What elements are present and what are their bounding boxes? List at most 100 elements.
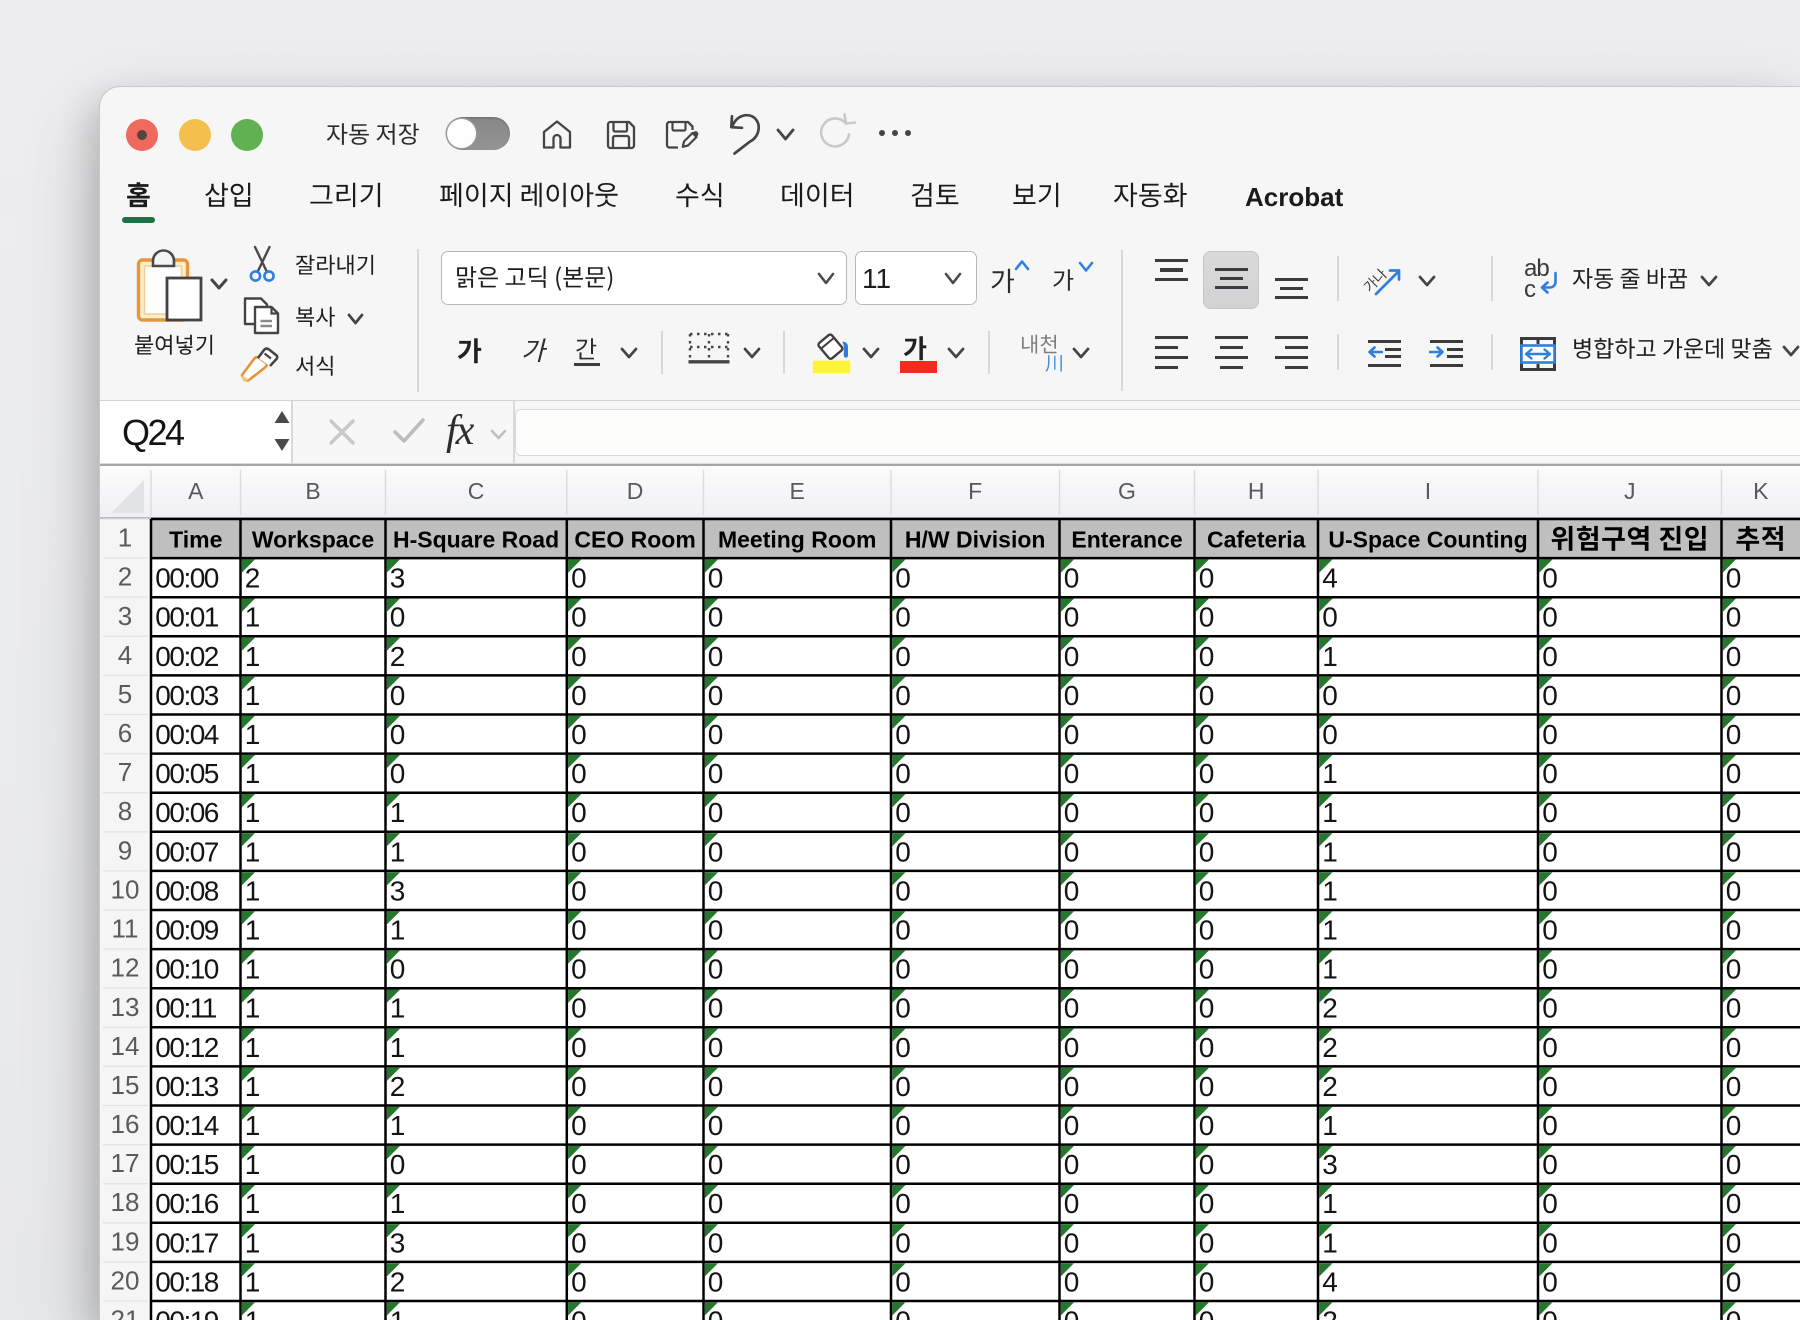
svg-text:0: 0	[895, 875, 911, 906]
svg-text:1: 1	[390, 1032, 406, 1063]
svg-text:00:19: 00:19	[155, 1306, 218, 1320]
svg-text:4: 4	[1322, 1266, 1338, 1297]
svg-text:0: 0	[895, 1149, 911, 1180]
svg-text:0: 0	[571, 680, 587, 711]
svg-text:0: 0	[708, 1227, 724, 1258]
svg-text:0: 0	[571, 1188, 587, 1219]
svg-text:00:16: 00:16	[155, 1188, 218, 1219]
svg-text:0: 0	[895, 719, 911, 750]
svg-text:3: 3	[390, 875, 406, 906]
svg-text:0: 0	[1064, 1188, 1080, 1219]
svg-text:00:09: 00:09	[155, 915, 218, 946]
svg-text:1: 1	[245, 993, 261, 1024]
svg-text:0: 0	[571, 602, 587, 633]
svg-text:0: 0	[1199, 1306, 1215, 1320]
svg-text:1: 1	[245, 1266, 261, 1297]
svg-text:0: 0	[708, 836, 724, 867]
svg-text:K: K	[1753, 478, 1769, 504]
svg-text:H-Square Road: H-Square Road	[393, 527, 559, 553]
svg-text:11: 11	[112, 914, 139, 944]
svg-text:E: E	[790, 478, 805, 504]
svg-text:1: 1	[390, 1188, 406, 1219]
svg-text:0: 0	[1199, 1071, 1215, 1102]
svg-text:0: 0	[571, 1032, 587, 1063]
svg-text:0: 0	[708, 602, 724, 633]
svg-text:0: 0	[1726, 719, 1742, 750]
svg-text:1: 1	[1322, 836, 1338, 867]
svg-text:0: 0	[1199, 1149, 1215, 1180]
svg-text:0: 0	[895, 758, 911, 789]
svg-text:0: 0	[1726, 1110, 1742, 1141]
svg-text:0: 0	[1542, 602, 1558, 633]
svg-text:0: 0	[1199, 1266, 1215, 1297]
svg-text:0: 0	[895, 1306, 911, 1320]
svg-text:0: 0	[571, 1071, 587, 1102]
svg-text:2: 2	[245, 563, 261, 594]
svg-text:3: 3	[390, 563, 406, 594]
svg-text:0: 0	[571, 1149, 587, 1180]
svg-text:2: 2	[390, 641, 406, 672]
svg-text:0: 0	[1064, 719, 1080, 750]
svg-text:0: 0	[1726, 1266, 1742, 1297]
svg-text:0: 0	[571, 797, 587, 828]
svg-text:0: 0	[1064, 1266, 1080, 1297]
svg-text:0: 0	[1199, 680, 1215, 711]
svg-text:0: 0	[1199, 915, 1215, 946]
svg-text:0: 0	[1064, 602, 1080, 633]
svg-text:1: 1	[1322, 1188, 1338, 1219]
svg-text:18: 18	[111, 1187, 140, 1217]
svg-text:1: 1	[245, 836, 261, 867]
svg-text:0: 0	[1726, 1188, 1742, 1219]
svg-text:0: 0	[1064, 954, 1080, 985]
svg-text:0: 0	[1064, 758, 1080, 789]
svg-text:6: 6	[118, 718, 132, 748]
svg-text:0: 0	[1064, 915, 1080, 946]
svg-text:0: 0	[1199, 993, 1215, 1024]
svg-text:0: 0	[708, 1149, 724, 1180]
svg-text:I: I	[1425, 478, 1431, 504]
svg-text:0: 0	[895, 836, 911, 867]
svg-text:1: 1	[245, 680, 261, 711]
svg-text:0: 0	[708, 954, 724, 985]
svg-text:0: 0	[1199, 875, 1215, 906]
svg-text:1: 1	[245, 915, 261, 946]
svg-text:5: 5	[118, 679, 132, 709]
svg-text:0: 0	[1064, 641, 1080, 672]
svg-text:1: 1	[245, 797, 261, 828]
svg-text:0: 0	[1542, 915, 1558, 946]
svg-text:0: 0	[1199, 954, 1215, 985]
svg-text:21: 21	[111, 1305, 140, 1320]
svg-text:0: 0	[895, 602, 911, 633]
svg-text:Time: Time	[169, 527, 222, 553]
svg-text:0: 0	[1542, 758, 1558, 789]
svg-text:0: 0	[571, 1306, 587, 1320]
svg-text:0: 0	[1199, 1110, 1215, 1141]
svg-text:0: 0	[571, 875, 587, 906]
svg-text:0: 0	[895, 1110, 911, 1141]
svg-text:17: 17	[111, 1148, 140, 1178]
svg-text:0: 0	[895, 993, 911, 1024]
svg-text:00:05: 00:05	[155, 758, 218, 789]
svg-text:1: 1	[245, 1149, 261, 1180]
svg-text:0: 0	[1199, 719, 1215, 750]
svg-text:Workspace: Workspace	[252, 527, 374, 553]
svg-text:0: 0	[895, 1032, 911, 1063]
svg-text:0: 0	[1199, 602, 1215, 633]
svg-text:0: 0	[708, 1266, 724, 1297]
svg-text:0: 0	[1064, 1149, 1080, 1180]
svg-text:1: 1	[245, 1188, 261, 1219]
svg-text:0: 0	[390, 954, 406, 985]
svg-text:H/W Division: H/W Division	[905, 527, 1046, 553]
svg-text:00:11: 00:11	[155, 993, 216, 1024]
svg-text:00:13: 00:13	[155, 1071, 218, 1102]
svg-text:8: 8	[118, 796, 132, 826]
svg-text:0: 0	[895, 797, 911, 828]
svg-text:0: 0	[1726, 758, 1742, 789]
svg-text:0: 0	[571, 993, 587, 1024]
svg-text:0: 0	[1542, 719, 1558, 750]
svg-text:0: 0	[1542, 1032, 1558, 1063]
svg-text:1: 1	[1322, 915, 1338, 946]
svg-text:0: 0	[708, 875, 724, 906]
svg-text:F: F	[968, 478, 982, 504]
svg-text:0: 0	[708, 680, 724, 711]
